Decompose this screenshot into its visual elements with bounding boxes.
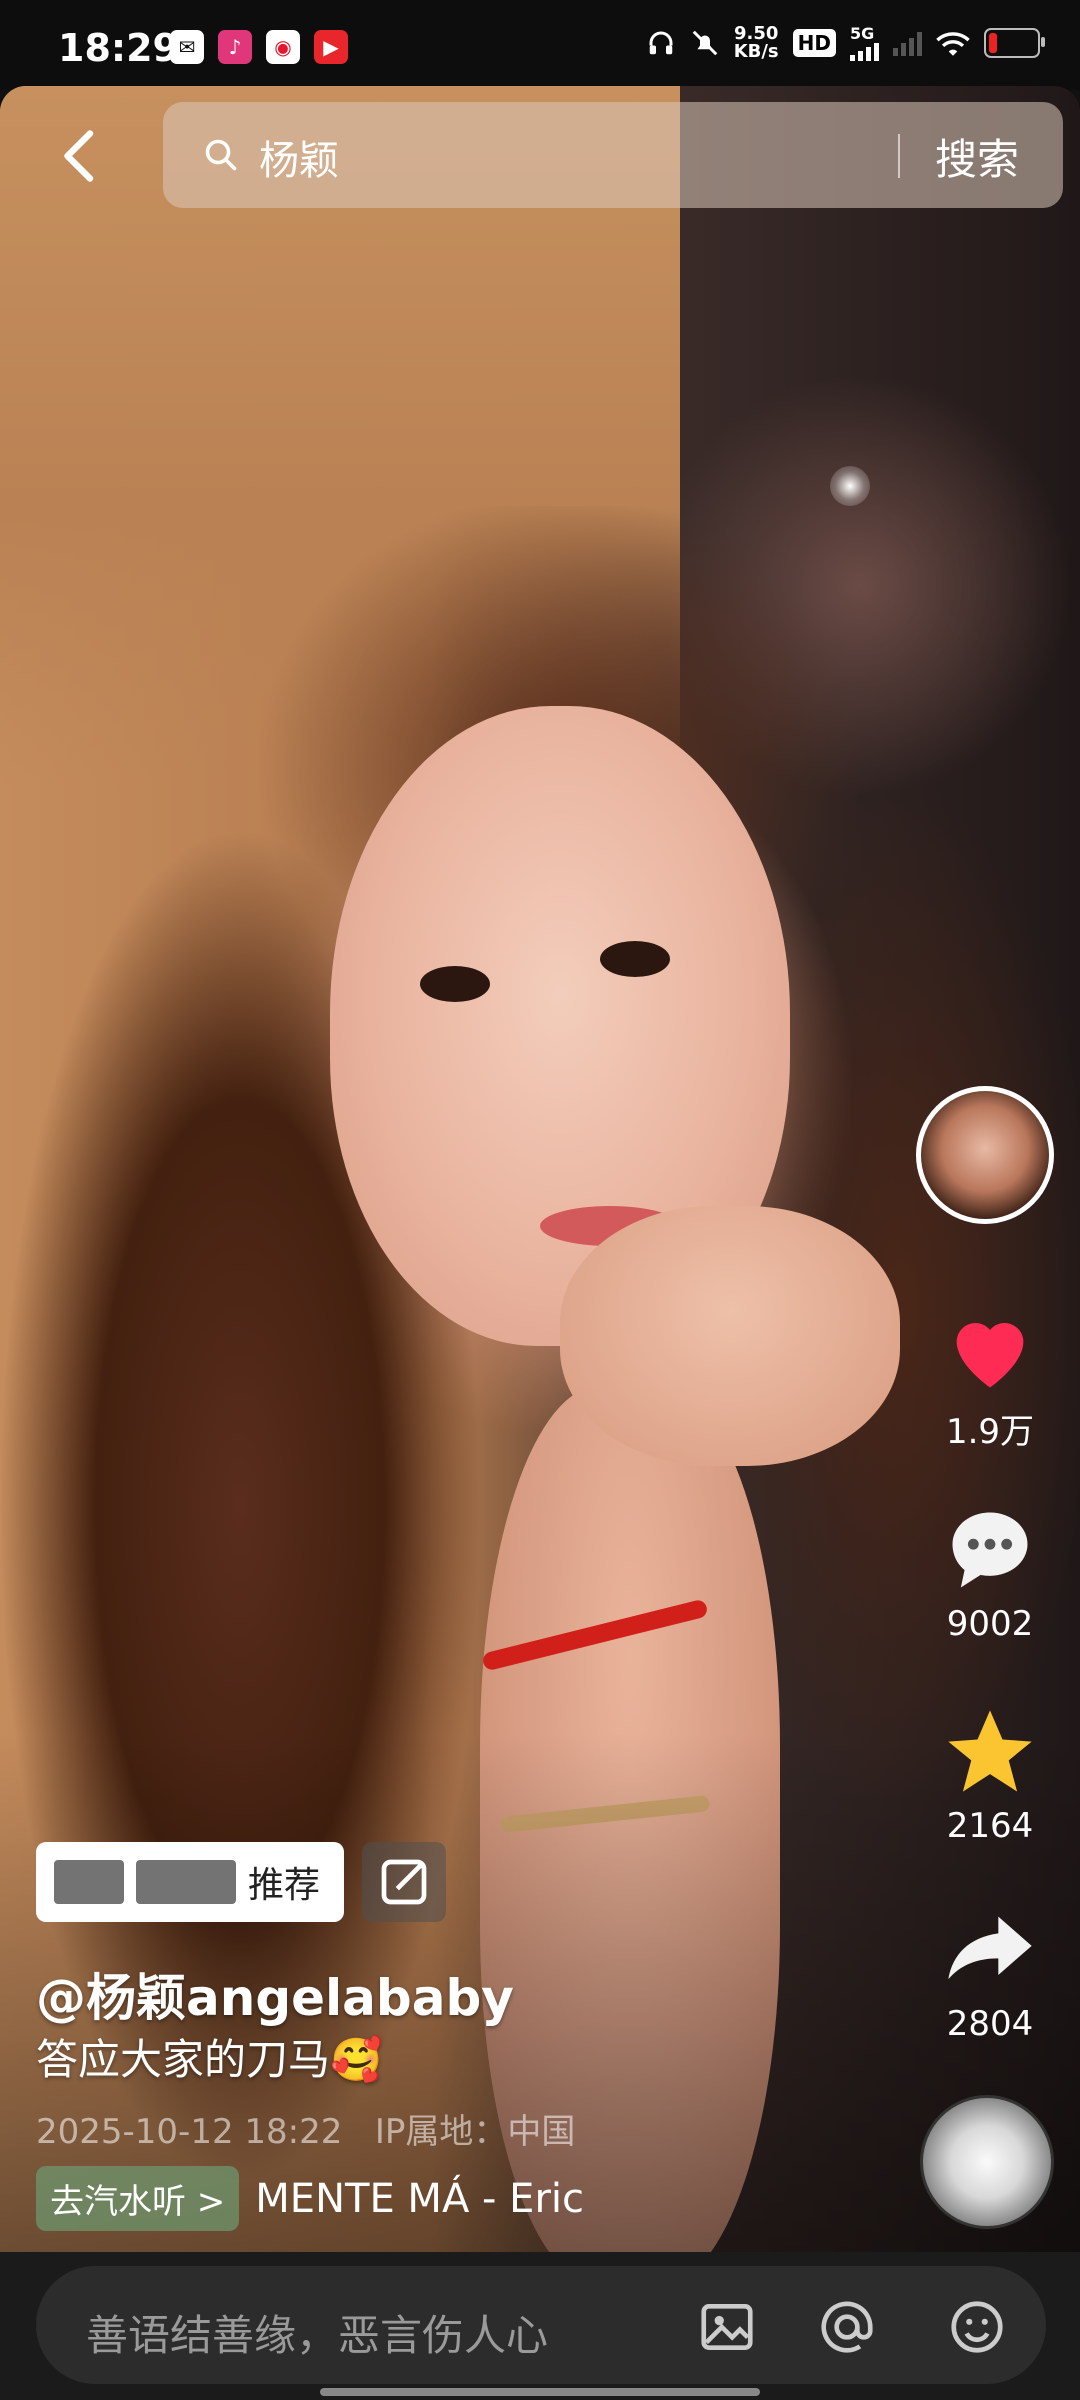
comment-bubble-icon bbox=[952, 1512, 1028, 1588]
signal-bars-icon bbox=[850, 43, 879, 61]
battery-icon bbox=[984, 27, 1045, 58]
comment-count: 9002 bbox=[946, 1604, 1034, 1644]
author-name[interactable]: @杨颖angelababy bbox=[36, 1958, 514, 2030]
wechat-icon: ✉ bbox=[170, 30, 204, 64]
signal-5g: 5G bbox=[850, 24, 879, 61]
hd-badge: HD bbox=[792, 28, 836, 57]
share-button[interactable]: 2804 bbox=[920, 1900, 1060, 2044]
post-ip-location: IP属地：中国 bbox=[374, 2112, 576, 2152]
search-divider bbox=[898, 134, 900, 178]
music-title[interactable]: MENTE MÁ - Eric bbox=[255, 2176, 584, 2222]
music-disc-icon[interactable] bbox=[920, 2095, 1054, 2229]
recommend-label: 推荐 bbox=[248, 1865, 321, 1906]
comment-bar: 善语结善缘，恶言伤人心 bbox=[0, 2252, 1080, 2400]
star-icon bbox=[948, 1710, 1032, 1792]
share-count: 2804 bbox=[946, 2004, 1034, 2044]
emoji-icon[interactable] bbox=[946, 2296, 1008, 2358]
mention-icon[interactable] bbox=[816, 2296, 878, 2358]
signal-bars-secondary-icon bbox=[893, 30, 922, 56]
home-indicator[interactable] bbox=[320, 2388, 760, 2396]
post-meta: 2025-10-12 18:22 IP属地：中国 bbox=[36, 2104, 575, 2153]
music-source-tag[interactable]: 去汽水听 > bbox=[36, 2166, 240, 2231]
share-arrow-icon bbox=[948, 1916, 1032, 1980]
weibo-icon: ◉ bbox=[266, 30, 300, 64]
net-speed: 9.50 KB/s bbox=[733, 22, 779, 62]
comment-button[interactable]: 9002 bbox=[920, 1500, 1060, 1644]
network-type: 5G bbox=[850, 24, 875, 43]
author-avatar[interactable] bbox=[916, 1086, 1054, 1224]
net-speed-unit: KB/s bbox=[733, 40, 779, 62]
search-bar[interactable]: 杨颖 搜索 bbox=[163, 102, 1063, 208]
music-app-icon: ♪ bbox=[218, 30, 252, 64]
heart-icon bbox=[956, 1323, 1024, 1388]
blurred-text bbox=[136, 1860, 236, 1904]
like-button[interactable]: 1.9万 bbox=[920, 1300, 1060, 1453]
favorite-count: 2164 bbox=[946, 1806, 1034, 1846]
video-eye-left bbox=[420, 966, 490, 1002]
music-row[interactable]: 去汽水听 > MENTE MÁ - Eric bbox=[36, 2166, 584, 2231]
wifi-icon bbox=[936, 31, 970, 56]
search-input[interactable]: 杨颖 bbox=[259, 128, 339, 186]
status-bar: 18:29 ✉ ♪ ◉ ▶ 9.50 KB/s HD 5G bbox=[0, 0, 1080, 90]
favorite-button[interactable]: 2164 bbox=[920, 1702, 1060, 1846]
search-icon bbox=[205, 139, 237, 171]
back-icon[interactable] bbox=[50, 126, 110, 186]
comment-input[interactable]: 善语结善缘，恶言伤人心 bbox=[36, 2266, 1046, 2384]
status-app-icons: ✉ ♪ ◉ ▶ bbox=[170, 30, 348, 64]
search-button[interactable]: 搜索 bbox=[935, 126, 1019, 187]
post-caption: 答应大家的刀马🥰 bbox=[36, 2035, 383, 2084]
headphones-icon bbox=[649, 31, 673, 54]
video-hand bbox=[560, 1206, 900, 1466]
blurred-text bbox=[54, 1860, 124, 1904]
edit-button[interactable] bbox=[362, 1842, 446, 1922]
mute-bell-icon bbox=[692, 30, 717, 55]
status-right: 9.50 KB/s HD 5G bbox=[646, 22, 1045, 62]
like-count: 1.9万 bbox=[945, 1412, 1035, 1452]
status-time: 18:29 bbox=[58, 26, 179, 70]
post-date: 2025-10-12 18:22 bbox=[36, 2112, 343, 2152]
comment-placeholder: 善语结善缘，恶言伤人心 bbox=[86, 2311, 549, 2360]
image-icon[interactable] bbox=[696, 2296, 758, 2358]
recommend-chip[interactable]: 推荐 bbox=[36, 1842, 344, 1922]
edit-icon bbox=[381, 1859, 427, 1905]
video-eye-right bbox=[600, 941, 670, 977]
net-speed-value: 9.50 bbox=[733, 22, 779, 44]
video-light bbox=[830, 466, 870, 506]
video-app-icon: ▶ bbox=[314, 30, 348, 64]
